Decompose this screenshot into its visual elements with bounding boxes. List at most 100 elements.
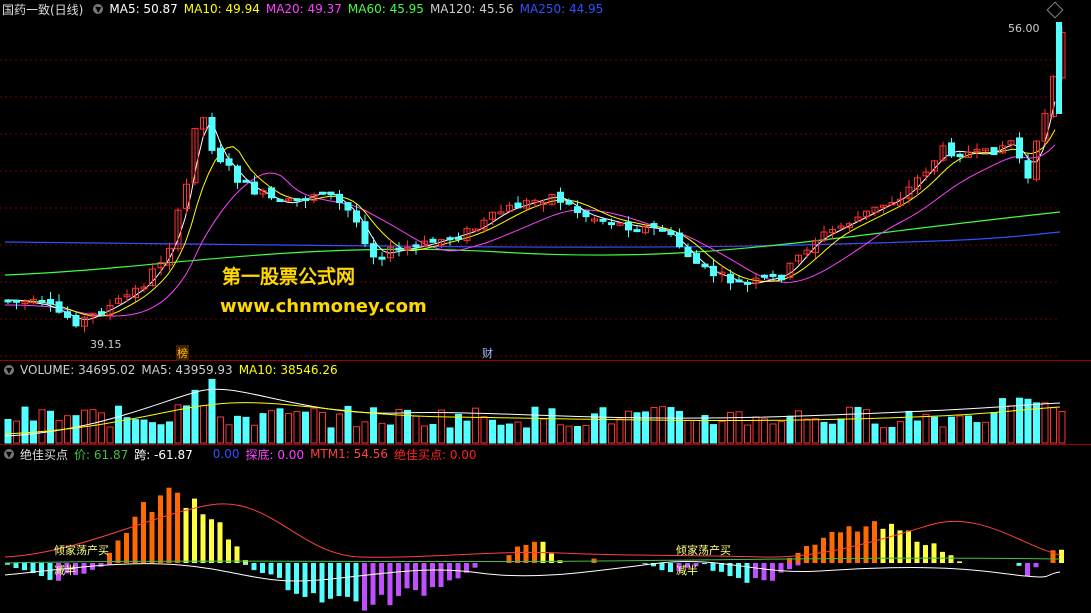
collapse-icon[interactable]: ▼	[93, 4, 104, 14]
volume-bar	[438, 409, 445, 444]
volume-bar	[846, 406, 853, 444]
mtm-bar	[319, 563, 325, 603]
volume-bar	[200, 405, 207, 444]
candle-body	[361, 221, 369, 245]
mtm-bar	[379, 563, 384, 595]
volume-bar	[4, 418, 12, 444]
volume-bar	[1058, 410, 1066, 444]
volume-ma5-label: MA5: 43959.93	[141, 363, 233, 377]
candle-body	[608, 222, 615, 226]
candle-body	[582, 210, 590, 218]
mtm-bar	[268, 563, 274, 575]
mtm-bar	[328, 563, 333, 599]
volume-bar	[701, 414, 709, 444]
volume-legend: ▼ VOLUME: 34695.02 MA5: 43959.93 MA10: 3…	[0, 361, 344, 379]
candle-body	[353, 210, 360, 223]
mtm-bar	[13, 563, 19, 569]
volume-bar	[574, 425, 581, 444]
volume-bar	[523, 427, 530, 444]
candle-body	[667, 230, 675, 236]
volume-bar	[38, 409, 46, 444]
candle-body	[659, 228, 666, 232]
mtm-bar	[889, 523, 894, 563]
volume-bar	[242, 416, 250, 444]
price-legend: 国药一致(日线) ▼ MA5: 50.87 MA10: 49.94 MA20: …	[0, 0, 609, 18]
volume-bar	[497, 424, 505, 444]
mtm-bar	[430, 563, 435, 588]
candle-body	[208, 116, 216, 151]
candle-body	[234, 165, 241, 183]
bottom-value: 探底: 0.00	[245, 447, 305, 462]
volume-bar	[72, 415, 80, 444]
candle-body	[956, 153, 964, 158]
candle-body	[38, 299, 46, 303]
mtm-bar	[931, 543, 937, 563]
mtm-bar	[795, 563, 801, 566]
volume-bar	[956, 415, 964, 444]
tag-bang[interactable]: 榜	[176, 345, 189, 361]
ma10-line	[4, 129, 1056, 317]
candle-body	[948, 142, 955, 157]
candle-body	[710, 265, 717, 277]
volume-bar	[310, 408, 318, 444]
mtm-bar	[183, 507, 189, 563]
indicator-title: 绝佳买点	[20, 447, 69, 462]
volume-bar	[166, 421, 173, 444]
ma20-label: MA20: 49.37	[265, 2, 342, 16]
volume-bar	[514, 421, 522, 444]
collapse-icon[interactable]: ▼	[4, 449, 14, 459]
mtm-bar	[260, 563, 265, 573]
mtm-bar	[115, 540, 121, 563]
candle-body	[412, 244, 420, 248]
candle-body	[98, 311, 105, 315]
mtm-bar	[345, 563, 350, 597]
volume-panel[interactable]: ▼ VOLUME: 34695.02 MA5: 43959.93 MA10: 3…	[0, 361, 1091, 444]
mtm-bar	[957, 561, 962, 563]
watermark-cn: 第一股票公式网	[222, 266, 356, 288]
candle-body	[242, 179, 250, 183]
candle-body	[276, 199, 284, 203]
volume-bar	[812, 418, 819, 444]
ma250-label: MA250: 44.95	[519, 2, 604, 16]
low-price-label: 39.15	[90, 338, 122, 351]
candle-body	[701, 263, 709, 268]
volume-bar	[999, 398, 1006, 444]
volume-bar	[191, 389, 199, 444]
indicator-panel[interactable]: ▼ 绝佳买点 价: 61.87 跨: -61.87 0.00 探底: 0.00 …	[0, 445, 1091, 613]
mtm-bar	[447, 563, 452, 581]
mtm-bar	[243, 563, 248, 565]
candle-body	[225, 158, 233, 166]
mtm-bar	[787, 563, 792, 570]
collapse-icon[interactable]: ▼	[4, 365, 14, 375]
blue-value: 0.00	[212, 447, 240, 461]
volume-bar	[871, 423, 879, 444]
mtm1-value: MTM1: 54.56	[310, 447, 388, 461]
candle-body	[293, 198, 301, 202]
mtm-bar	[1059, 549, 1064, 563]
candle-body	[327, 191, 335, 196]
candle-body	[769, 273, 777, 277]
candle-body	[64, 311, 71, 318]
tag-cai[interactable]: 财	[482, 345, 493, 361]
mtm-bar	[226, 539, 231, 563]
volume-bar	[616, 418, 624, 444]
volume-bar	[548, 408, 556, 444]
best-buy-value: 绝佳买点: 0.00	[393, 447, 477, 462]
volume-bar	[922, 413, 930, 444]
mtm-bar	[421, 563, 427, 596]
mtm-bar	[285, 563, 291, 591]
volume-bar	[489, 419, 496, 444]
volume-bar	[47, 410, 54, 444]
price-panel[interactable]: 国药一致(日线) ▼ MA5: 50.87 MA10: 49.94 MA20: …	[0, 0, 1091, 361]
mtm-bar	[22, 563, 27, 571]
volume-bar	[132, 419, 139, 444]
volume-bar	[217, 416, 224, 444]
mtm-bar	[353, 563, 359, 602]
price-value: 价: 61.87	[74, 447, 129, 462]
mtm-bar	[277, 563, 282, 578]
volume-bar	[778, 421, 785, 444]
candle-body	[344, 202, 352, 211]
candle-body	[599, 218, 607, 222]
ma120-label: MA120: 45.56	[429, 2, 514, 16]
volume-bar	[225, 424, 233, 444]
